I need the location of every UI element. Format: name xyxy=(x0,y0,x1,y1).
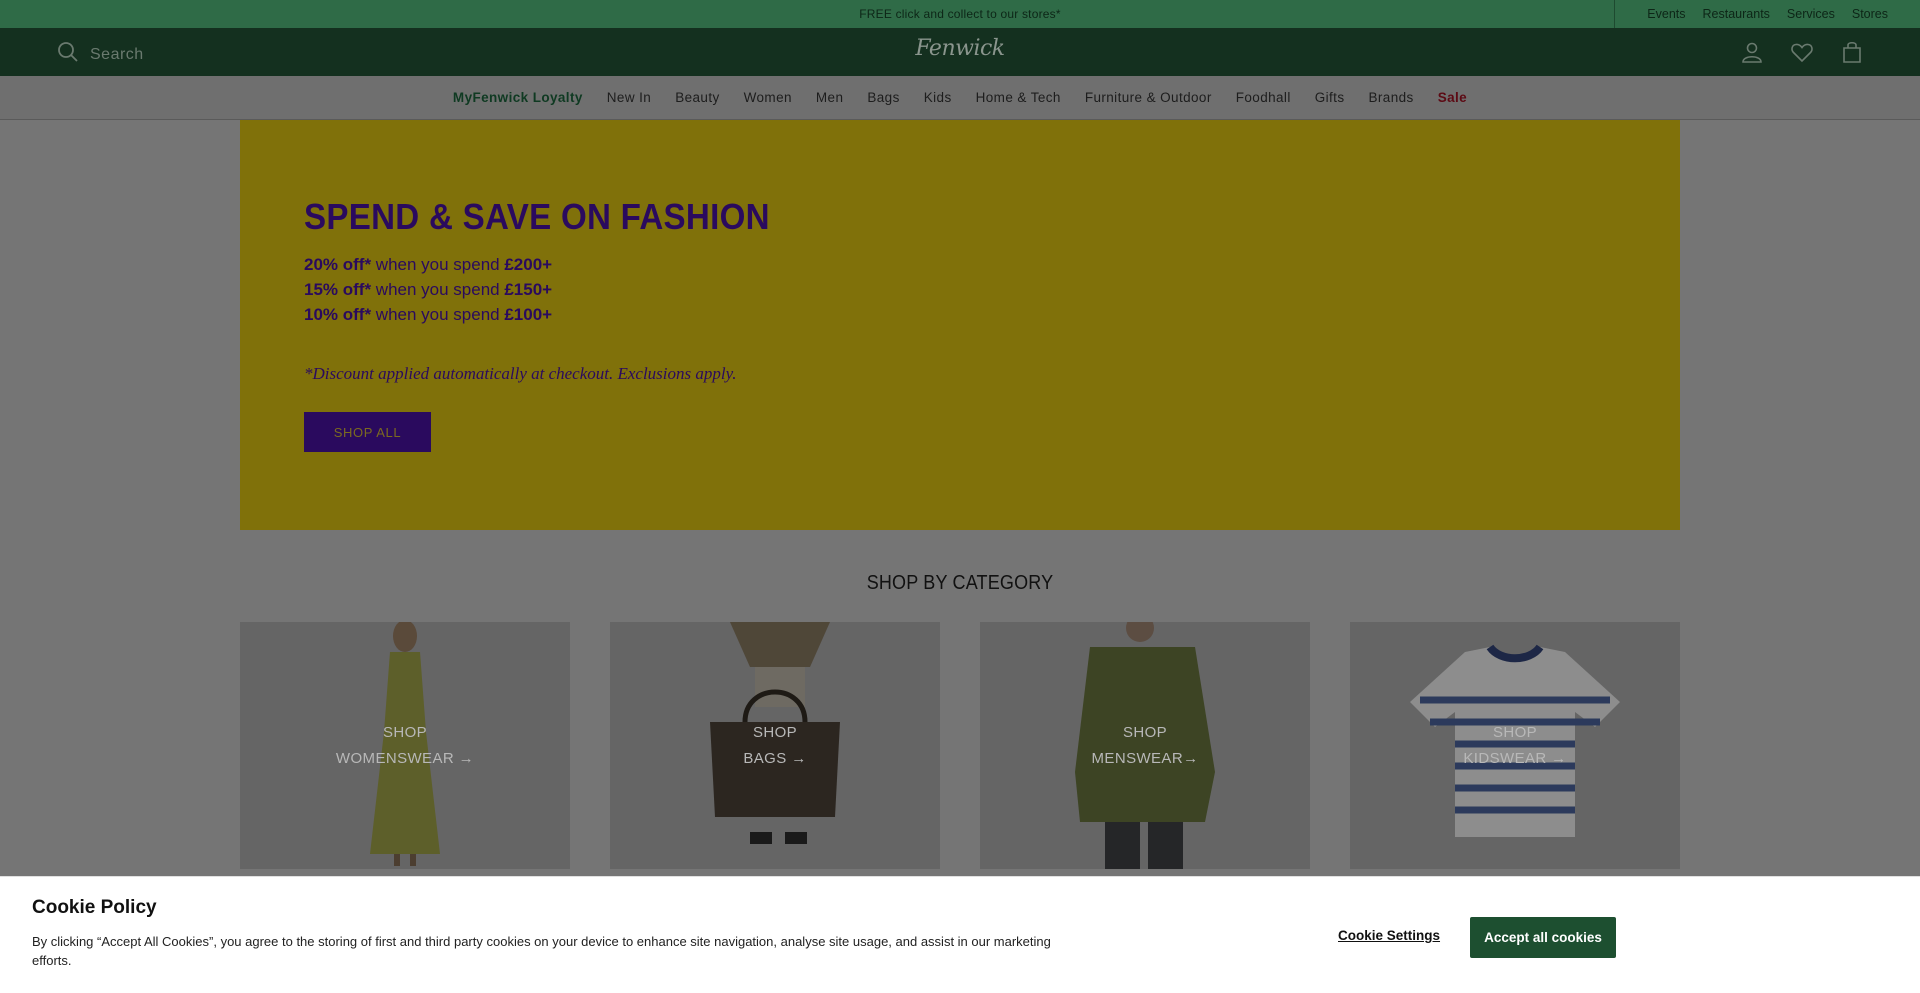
promo-hero: SPEND & SAVE ON FASHION 20% off* when yo… xyxy=(240,120,1680,530)
accept-all-cookies-button[interactable]: Accept all cookies xyxy=(1470,917,1616,958)
page-content: SPEND & SAVE ON FASHION 20% off* when yo… xyxy=(0,120,1920,993)
offer-line: 10% off* when you spend £100+ xyxy=(304,305,553,324)
category-card-bags[interactable]: SHOP BAGS → xyxy=(610,622,940,869)
nav-item-bags[interactable]: Bags xyxy=(855,90,911,105)
search-placeholder: Search xyxy=(90,45,144,63)
cookie-banner: Cookie Policy By clicking “Accept All Co… xyxy=(0,876,1920,993)
nav-item-kids[interactable]: Kids xyxy=(912,90,964,105)
nav-item-new-in[interactable]: New In xyxy=(595,90,663,105)
site-header: Search Fenwick xyxy=(0,28,1920,76)
category-card-menswear[interactable]: SHOP MENSWEAR→ xyxy=(980,622,1310,869)
link-stores[interactable]: Stores xyxy=(1852,7,1888,21)
search-input[interactable]: Search xyxy=(56,40,144,69)
fenwick-logo[interactable]: Fenwick xyxy=(915,36,1005,61)
section-title: SHOP BY CATEGORY xyxy=(866,572,1054,594)
utility-links: Events Restaurants Services Stores xyxy=(1614,0,1920,28)
promo-bar: FREE click and collect to our stores* Ev… xyxy=(0,0,1920,28)
offer-line: 15% off* when you spend £150+ xyxy=(304,280,553,299)
cookie-settings-button[interactable]: Cookie Settings xyxy=(1338,928,1440,943)
main-navigation: MyFenwick Loyalty New In Beauty Women Me… xyxy=(0,76,1920,120)
hero-disclaimer: *Discount applied automatically at check… xyxy=(304,364,737,383)
nav-item-furniture-outdoor[interactable]: Furniture & Outdoor xyxy=(1073,90,1224,105)
cookie-title: Cookie Policy xyxy=(32,897,157,918)
link-events[interactable]: Events xyxy=(1647,7,1685,21)
promo-text[interactable]: FREE click and collect to our stores* xyxy=(859,7,1060,21)
shop-all-button[interactable]: SHOP ALL xyxy=(304,412,431,452)
category-card-label: SHOP WOMENSWEAR → xyxy=(335,724,475,767)
header-actions xyxy=(1740,40,1864,64)
nav-item-sale[interactable]: Sale xyxy=(1426,90,1479,105)
category-card-label: SHOP BAGS → xyxy=(743,724,807,767)
wishlist-heart-icon[interactable] xyxy=(1790,40,1814,64)
nav-item-foodhall[interactable]: Foodhall xyxy=(1224,90,1303,105)
offer-list: 20% off* when you spend £200+ 15% off* w… xyxy=(304,252,552,327)
nav-item-loyalty[interactable]: MyFenwick Loyalty xyxy=(441,90,595,105)
nav-item-men[interactable]: Men xyxy=(804,90,855,105)
nav-item-beauty[interactable]: Beauty xyxy=(663,90,731,105)
nav-item-brands[interactable]: Brands xyxy=(1357,90,1426,105)
offer-line: 20% off* when you spend £200+ xyxy=(304,255,553,274)
category-card-womenswear[interactable]: SHOP WOMENSWEAR → xyxy=(240,622,570,869)
hero-title: SPEND & SAVE ON FASHION xyxy=(304,196,770,237)
link-restaurants[interactable]: Restaurants xyxy=(1703,7,1770,21)
category-card-label: SHOP KIDSWEAR → xyxy=(1463,724,1567,767)
category-grid: SHOP WOMENSWEAR → SHOP BAGS → SHOP MENSW… xyxy=(240,622,1680,869)
shopping-bag-icon[interactable] xyxy=(1840,40,1864,64)
category-card-kidswear[interactable]: SHOP KIDSWEAR → xyxy=(1350,622,1680,869)
link-services[interactable]: Services xyxy=(1787,7,1835,21)
nav-item-women[interactable]: Women xyxy=(732,90,804,105)
cookie-description: By clicking “Accept All Cookies”, you ag… xyxy=(32,934,1051,968)
search-icon xyxy=(56,40,80,69)
category-card-label: SHOP MENSWEAR→ xyxy=(1091,724,1199,767)
nav-item-gifts[interactable]: Gifts xyxy=(1303,90,1357,105)
nav-item-home-tech[interactable]: Home & Tech xyxy=(964,90,1073,105)
account-icon[interactable] xyxy=(1740,40,1764,64)
